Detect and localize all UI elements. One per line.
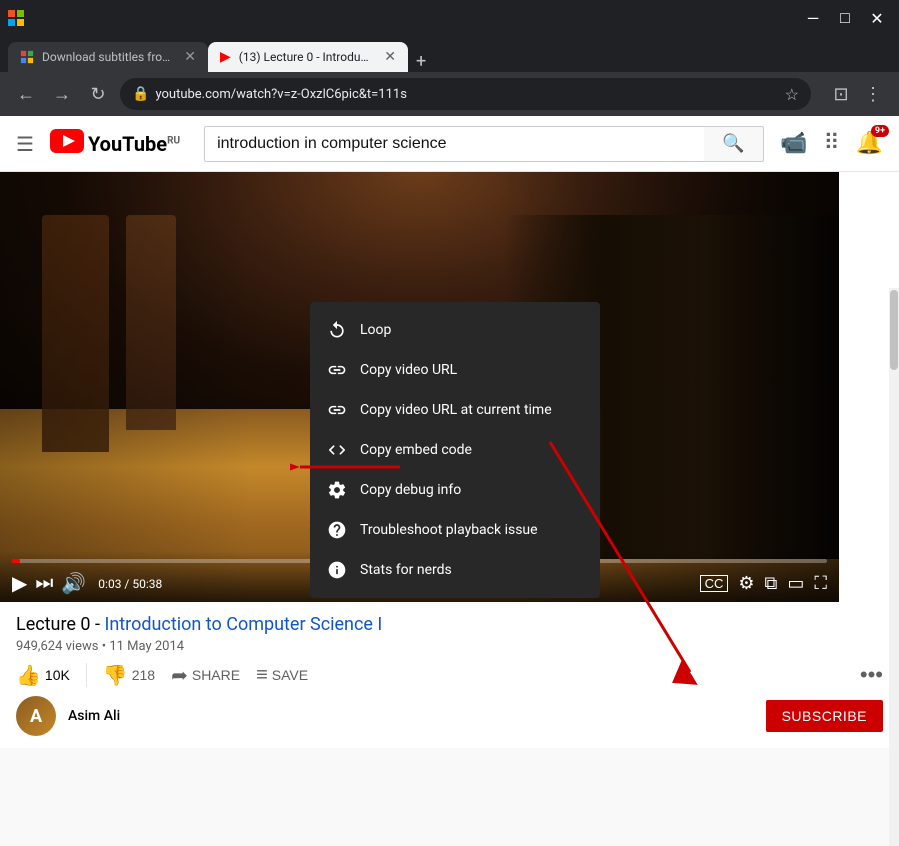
reload-button[interactable]: ↻ (84, 80, 112, 108)
context-loop-label: Loop (360, 322, 391, 338)
youtube-header: ☰ YouTubeRU 🔍 📹 ⠿ 🔔 9+ (0, 116, 899, 172)
context-menu-copy-url-time[interactable]: Copy video URL at current time (310, 390, 600, 430)
back-button[interactable]: ← (12, 80, 40, 108)
actions-right: SUBSCRIBE (766, 700, 883, 732)
new-tab-button[interactable]: + (408, 51, 434, 72)
save-button[interactable]: ≡ SAVE (256, 664, 308, 687)
address-input-wrap[interactable]: 🔒 youtube.com/watch?v=z-OxzlC6pic&t=111s… (120, 78, 811, 110)
video-actions: 👍 10K 👎 218 ➦ SHARE ≡ SAVE ••• (16, 662, 883, 688)
search-wrap: 🔍 (204, 126, 764, 162)
browser-tab-2[interactable]: ▶ (13) Lecture 0 - Introduction to C... … (208, 42, 408, 72)
scrollbar-thumb[interactable] (890, 290, 898, 370)
window-controls: — □ ✕ (799, 4, 891, 32)
question-icon (326, 520, 348, 540)
tab-close-2[interactable]: ✕ (384, 49, 396, 65)
like-button[interactable]: 👍 10K (16, 663, 70, 688)
upload-date-value: 11 May 2014 (109, 639, 184, 654)
link-time-icon (326, 400, 348, 420)
annotation-arrow-down (540, 432, 720, 692)
search-icon: 🔍 (722, 133, 744, 154)
cast-icon[interactable]: ⊡ (827, 80, 855, 108)
youtube-header-icons: 📹 ⠿ 🔔 9+ (780, 131, 883, 156)
video-meta: 949,624 views • 11 May 2014 (16, 639, 883, 654)
context-stats-label: Stats for nerds (360, 562, 452, 578)
video-info: Lecture 0 - Introduction to Computer Sci… (0, 602, 899, 748)
more-options-button[interactable]: ••• (860, 662, 883, 688)
share-button[interactable]: ➦ SHARE (171, 663, 240, 688)
maximize-button[interactable]: □ (831, 4, 859, 32)
progress-fill (12, 559, 20, 563)
browser-toolbar-right: ⊡ ⋮ (827, 80, 887, 108)
context-troubleshoot-label: Troubleshoot playback issue (360, 522, 538, 538)
total-time: 50:38 (132, 577, 162, 591)
channel-avatar: A (16, 696, 56, 736)
youtube-logo-icon (50, 127, 84, 160)
next-button[interactable]: ⏭ (35, 572, 53, 595)
windows-logo-icon (8, 10, 24, 26)
time-display: 0:03 / 50:38 (98, 577, 162, 591)
context-copy-url-label: Copy video URL (360, 362, 457, 378)
browser-titlebar: — □ ✕ (0, 0, 899, 36)
browser-tab-1[interactable]: Download subtitles from YouTub... ✕ (8, 42, 208, 72)
channel-row: A Asim Ali SUBSCRIBE (16, 696, 883, 736)
youtube-logo-text: YouTubeRU (88, 132, 180, 156)
video-title: Lecture 0 - Introduction to Computer Sci… (16, 614, 382, 635)
settings-button[interactable]: ⚙ (738, 573, 754, 594)
fullscreen-button[interactable]: ⛶ (814, 573, 827, 594)
video-title-prefix: Lecture 0 - (16, 614, 104, 635)
tab-close-1[interactable]: ✕ (184, 49, 196, 65)
dislike-button[interactable]: 👎 218 (103, 663, 155, 688)
volume-button[interactable]: 🔊 (61, 571, 86, 596)
theater-button[interactable]: ▭ (787, 573, 804, 594)
tab-title-1: Download subtitles from YouTub... (42, 50, 172, 64)
thumbs-down-icon: 👎 (103, 663, 128, 688)
create-video-icon[interactable]: 📹 (780, 131, 807, 156)
like-count: 10K (45, 667, 70, 683)
play-pause-button[interactable]: ▶ (12, 571, 27, 596)
video-title-link[interactable]: Introduction to Computer Science I (104, 614, 382, 635)
like-divider (86, 663, 87, 687)
context-menu-copy-url[interactable]: Copy video URL (310, 350, 600, 390)
link-icon (326, 360, 348, 380)
youtube-logo-superscript: RU (167, 135, 180, 146)
video-title-row: Lecture 0 - Introduction to Computer Sci… (16, 614, 883, 635)
thumbs-up-icon: 👍 (16, 663, 41, 688)
tab-favicon-2: ▶ (220, 50, 231, 64)
dislike-count: 218 (132, 667, 155, 683)
page-scrollbar[interactable] (889, 288, 899, 846)
bookmark-star-icon[interactable]: ☆ (785, 85, 799, 104)
save-icon: ≡ (256, 664, 268, 687)
tabs-bar: Download subtitles from YouTub... ✕ ▶ (1… (0, 36, 899, 72)
current-time: 0:03 (98, 577, 121, 591)
context-copy-url-time-label: Copy video URL at current time (360, 402, 552, 418)
subscribe-button[interactable]: SUBSCRIBE (766, 700, 883, 732)
search-button[interactable]: 🔍 (704, 126, 764, 162)
lock-icon: 🔒 (132, 86, 149, 102)
save-label: SAVE (272, 667, 308, 683)
info-icon (326, 560, 348, 580)
video-player[interactable]: >> [MUSIC PLAYING] Loop Copy video URL (0, 172, 839, 602)
apps-icon[interactable]: ⠿ (823, 131, 839, 156)
youtube-logo[interactable]: YouTubeRU (50, 127, 180, 160)
minimize-button[interactable]: — (799, 4, 827, 32)
address-text: youtube.com/watch?v=z-OxzlC6pic&t=111s (155, 87, 778, 102)
hamburger-menu-button[interactable]: ☰ (16, 132, 34, 156)
view-count: 949,624 views (16, 639, 98, 654)
notification-badge: 9+ (871, 125, 889, 137)
loop-icon (326, 320, 348, 340)
share-label: SHARE (192, 667, 240, 683)
tab-title-2: (13) Lecture 0 - Introduction to C... (239, 50, 372, 64)
tab-favicon-1 (20, 50, 34, 64)
address-bar: ← → ↻ 🔒 youtube.com/watch?v=z-OxzlC6pic&… (0, 72, 899, 116)
channel-name[interactable]: Asim Ali (68, 708, 120, 724)
miniplayer-button[interactable]: ⧉ (765, 573, 778, 594)
search-input[interactable] (204, 126, 704, 162)
notifications-button[interactable]: 🔔 9+ (856, 131, 883, 156)
annotation-arrow-left (290, 442, 400, 492)
context-menu-loop[interactable]: Loop (310, 310, 600, 350)
close-button[interactable]: ✕ (863, 4, 891, 32)
share-icon: ➦ (171, 663, 188, 688)
forward-button[interactable]: → (48, 80, 76, 108)
browser-menu-icon[interactable]: ⋮ (859, 80, 887, 108)
